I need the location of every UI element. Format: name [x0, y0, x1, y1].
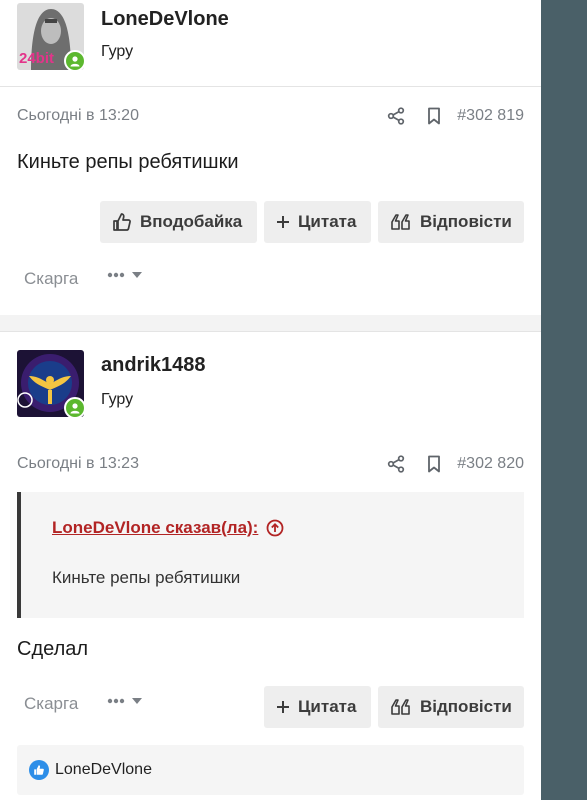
post-author-header: andrik1488 Гуру: [0, 331, 541, 435]
reply-button[interactable]: Відповісти: [378, 686, 524, 728]
share-icon[interactable]: [377, 107, 415, 125]
user-rank: Гуру: [101, 43, 134, 60]
quote-text: Киньте репы ребятишки: [52, 568, 241, 587]
like-button-label: Вподобайка: [140, 212, 243, 231]
quote-button-label: Цитата: [298, 212, 357, 231]
bookmark-icon[interactable]: [415, 107, 453, 125]
reactions-bar[interactable]: LoneDeVlone: [17, 745, 524, 795]
post-meta: Сьогодні в 13:23 #302 820: [17, 449, 524, 479]
reaction-user-link[interactable]: LoneDeVlone: [55, 761, 152, 779]
post-message: Киньте репы ребятишки: [17, 151, 239, 173]
quote-author-link[interactable]: LoneDeVlone сказав(ла):: [52, 518, 284, 538]
caret-down-icon: [132, 272, 142, 278]
ellipsis-icon: [107, 272, 125, 278]
share-icon[interactable]: [377, 455, 415, 473]
quote-icon: [391, 214, 410, 230]
side-panel: [541, 0, 587, 800]
reply-button-label: Відповісти: [420, 212, 512, 231]
post-message: Сделал: [17, 638, 89, 660]
thumbs-up-icon: [29, 760, 49, 780]
quote-button[interactable]: Цитата: [264, 201, 371, 243]
like-button[interactable]: Вподобайка: [100, 201, 257, 243]
post-author-header: 24bit LoneDeVlone Гуру: [0, 0, 541, 87]
avatar-logo-text: 24bit: [19, 50, 54, 67]
post-number[interactable]: #302 820: [457, 455, 524, 473]
post-meta: Сьогодні в 13:20 #302 819: [17, 101, 524, 131]
avatar[interactable]: [17, 350, 86, 419]
quote-button-label: Цитата: [298, 697, 357, 716]
post: Сьогодні в 13:20 #302 819 Киньте репы ре…: [0, 87, 541, 315]
post-number[interactable]: #302 819: [457, 107, 524, 125]
plus-icon: [277, 701, 289, 713]
thread-feed: 24bit LoneDeVlone Гуру Сьогодні в 13:20 …: [0, 0, 541, 800]
online-user-icon: [64, 50, 86, 72]
more-options-menu[interactable]: [107, 697, 143, 705]
reply-button[interactable]: Відповісти: [378, 201, 524, 243]
thumbs-up-icon: [113, 213, 131, 231]
avatar[interactable]: 24bit: [17, 3, 86, 72]
username[interactable]: LoneDeVlone: [101, 8, 229, 31]
report-link[interactable]: Скарга: [24, 269, 78, 289]
quote-author-label: LoneDeVlone сказав(ла):: [52, 518, 259, 537]
user-rank: Гуру: [101, 391, 134, 408]
ellipsis-icon: [107, 698, 125, 704]
caret-down-icon: [132, 698, 142, 704]
bookmark-icon[interactable]: [415, 455, 453, 473]
reply-button-label: Відповісти: [420, 697, 512, 716]
more-options-menu[interactable]: [107, 271, 143, 279]
quote-block: LoneDeVlone сказав(ла): Киньте репы ребя…: [17, 492, 524, 618]
arrow-up-circle-icon[interactable]: [266, 519, 284, 537]
plus-icon: [277, 216, 289, 228]
quote-icon: [391, 699, 410, 715]
online-user-icon: [64, 397, 86, 419]
post-date[interactable]: Сьогодні в 13:23: [17, 455, 377, 473]
post-date[interactable]: Сьогодні в 13:20: [17, 107, 377, 125]
quote-button[interactable]: Цитата: [264, 686, 371, 728]
username[interactable]: andrik1488: [101, 354, 206, 377]
report-link[interactable]: Скарга: [24, 694, 78, 714]
